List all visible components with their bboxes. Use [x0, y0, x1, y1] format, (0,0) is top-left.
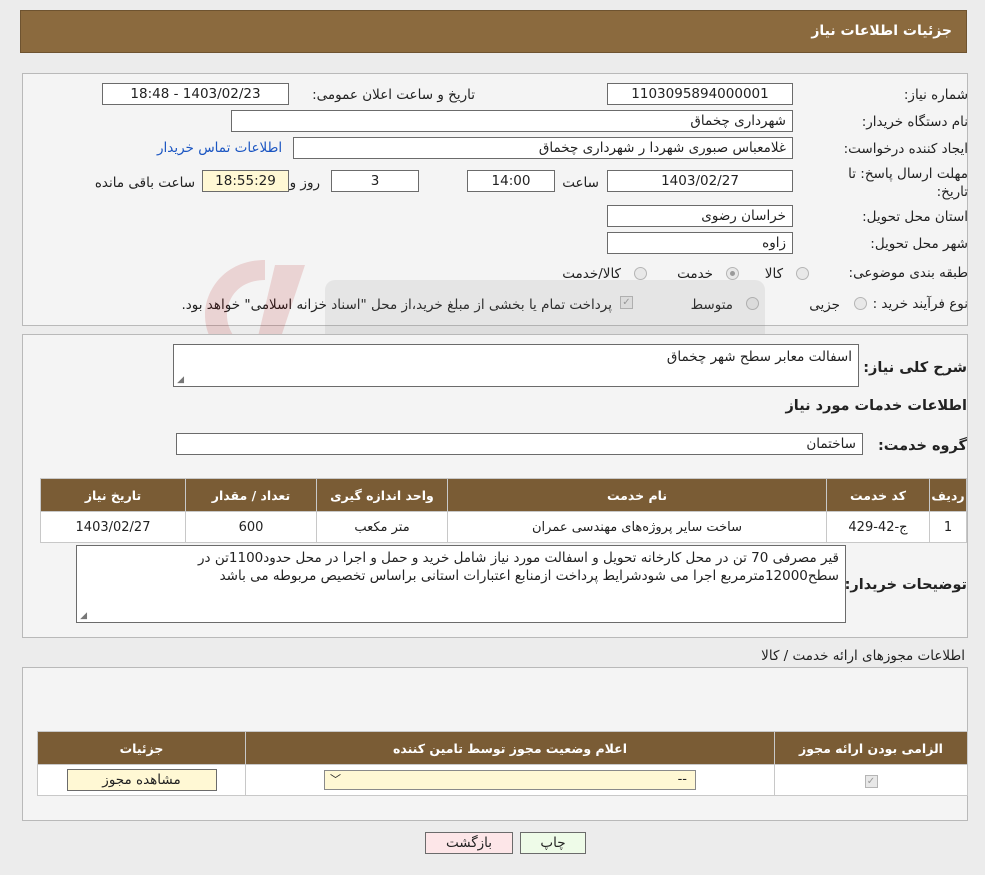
col-code: کد خدمت	[826, 478, 930, 512]
resize-grip-icon[interactable]: ◢	[79, 612, 87, 621]
col-details: جزئیات	[37, 731, 246, 765]
required-checkbox[interactable]: ✓	[864, 774, 878, 788]
category-option-goods-service: کالا/خدمت	[562, 266, 621, 282]
page-header: جزئیات اطلاعات نیاز	[20, 10, 967, 53]
cell-status: ﹀ --	[245, 764, 775, 796]
deadline-label: مهلت ارسال پاسخ: تا تاریخ:	[848, 166, 968, 200]
buyer-org-field: شهرداری چخماق	[231, 110, 793, 132]
deadline-time-field: 14:00	[467, 170, 555, 192]
cell-row: 1	[929, 511, 967, 543]
table-row: ✓ ﹀ -- مشاهده مجوز	[37, 764, 968, 796]
province-label: استان محل تحویل:	[862, 209, 968, 225]
need-number-field: 1103095894000001	[607, 83, 793, 105]
permits-title: اطلاعات مجوزهای ارائه خدمت / کالا	[761, 648, 965, 664]
category-option-service: خدمت	[677, 266, 713, 282]
col-qty: تعداد / مقدار	[185, 478, 317, 512]
category-label: طبقه بندی موضوعی:	[848, 265, 968, 281]
view-permit-button[interactable]: مشاهده مجوز	[66, 769, 217, 791]
creator-label: ایجاد کننده درخواست:	[843, 141, 968, 157]
table-row: 1 ج-42-429 ساخت سایر پروژه‌های مهندسی عم…	[40, 511, 967, 543]
category-radio-goods[interactable]	[796, 267, 809, 280]
col-row: ردیف	[929, 478, 967, 512]
cell-name: ساخت سایر پروژه‌های مهندسی عمران	[447, 511, 827, 543]
buyer-org-label: نام دستگاه خریدار:	[861, 114, 968, 130]
remaining-time-field: 18:55:29	[202, 170, 289, 192]
need-number-label: شماره نیاز:	[903, 87, 968, 103]
back-button[interactable]: بازگشت	[425, 832, 513, 854]
cell-date: 1403/02/27	[40, 511, 186, 543]
buyer-notes-textarea[interactable]: قیر مصرفی 70 تن در محل کارخانه تحویل و ا…	[76, 545, 846, 623]
treasury-checkbox[interactable]: ✓	[620, 296, 633, 309]
page-title: جزئیات اطلاعات نیاز	[811, 23, 952, 39]
cell-details: مشاهده مجوز	[37, 764, 246, 796]
buyer-notes-label: توضیحات خریدار:	[844, 577, 967, 593]
col-unit: واحد اندازه گیری	[316, 478, 448, 512]
process-option-minor: جزیی	[809, 297, 840, 313]
category-radio-goods-service[interactable]	[634, 267, 647, 280]
summary-text: اسفالت معابر سطح شهر چخماق	[666, 349, 852, 365]
process-label: نوع فرآیند خرید :	[872, 296, 968, 312]
category-option-goods: کالا	[764, 266, 783, 282]
deadline-date-field: 1403/02/27	[607, 170, 793, 192]
permit-status-select[interactable]: ﹀ --	[324, 770, 696, 790]
cell-unit: متر مکعب	[316, 511, 448, 543]
remaining-label: ساعت باقی مانده	[94, 175, 195, 191]
buyer-contact-link[interactable]: اطلاعات تماس خریدار	[157, 140, 282, 156]
summary-label: شرح کلی نیاز:	[863, 360, 967, 376]
col-required: الزامی بودن ارائه مجوز	[774, 731, 968, 765]
days-label: روز و	[289, 175, 320, 191]
creator-field: غلامعباس صبوری شهردا ر شهرداری چخماق	[293, 137, 793, 159]
services-table: ردیف کد خدمت نام خدمت واحد اندازه گیری ت…	[40, 478, 967, 543]
cell-qty: 600	[185, 511, 317, 543]
col-name: نام خدمت	[447, 478, 827, 512]
time-label: ساعت	[562, 175, 599, 191]
permits-table: الزامی بودن ارائه مجوز اعلام وضعیت مجوز …	[37, 731, 968, 796]
announce-label: تاریخ و ساعت اعلان عمومی:	[312, 87, 475, 103]
permit-status-value: --	[677, 772, 687, 787]
services-title: اطلاعات خدمات مورد نیاز	[785, 398, 967, 414]
announce-field: 1403/02/23 - 18:48	[102, 83, 289, 105]
process-radio-medium[interactable]	[746, 297, 759, 310]
resize-grip-icon[interactable]: ◢	[176, 376, 184, 385]
city-label: شهر محل تحویل:	[870, 236, 968, 252]
process-radio-minor[interactable]	[854, 297, 867, 310]
col-status: اعلام وضعیت مجوز توسط تامین کننده	[245, 731, 775, 765]
category-radio-service[interactable]	[726, 267, 739, 280]
service-group-label: گروه خدمت:	[877, 438, 967, 454]
process-option-medium: متوسط	[690, 297, 733, 313]
print-button[interactable]: چاپ	[520, 832, 586, 854]
col-date: تاریخ نیاز	[40, 478, 186, 512]
city-field: زاوه	[607, 232, 793, 254]
cell-required: ✓	[774, 764, 968, 796]
treasury-note: پرداخت تمام یا بخشی از مبلغ خرید،از محل …	[181, 297, 612, 313]
chevron-down-icon: ﹀	[330, 773, 341, 786]
service-group-field: ساختمان	[176, 433, 863, 455]
cell-code: ج-42-429	[826, 511, 930, 543]
days-field: 3	[331, 170, 419, 192]
services-table-header: ردیف کد خدمت نام خدمت واحد اندازه گیری ت…	[40, 478, 967, 512]
permits-table-header: الزامی بودن ارائه مجوز اعلام وضعیت مجوز …	[37, 731, 968, 765]
province-field: خراسان رضوی	[607, 205, 793, 227]
summary-textarea[interactable]: اسفالت معابر سطح شهر چخماق ◢	[173, 344, 859, 387]
buyer-notes-text: قیر مصرفی 70 تن در محل کارخانه تحویل و ا…	[198, 550, 839, 584]
